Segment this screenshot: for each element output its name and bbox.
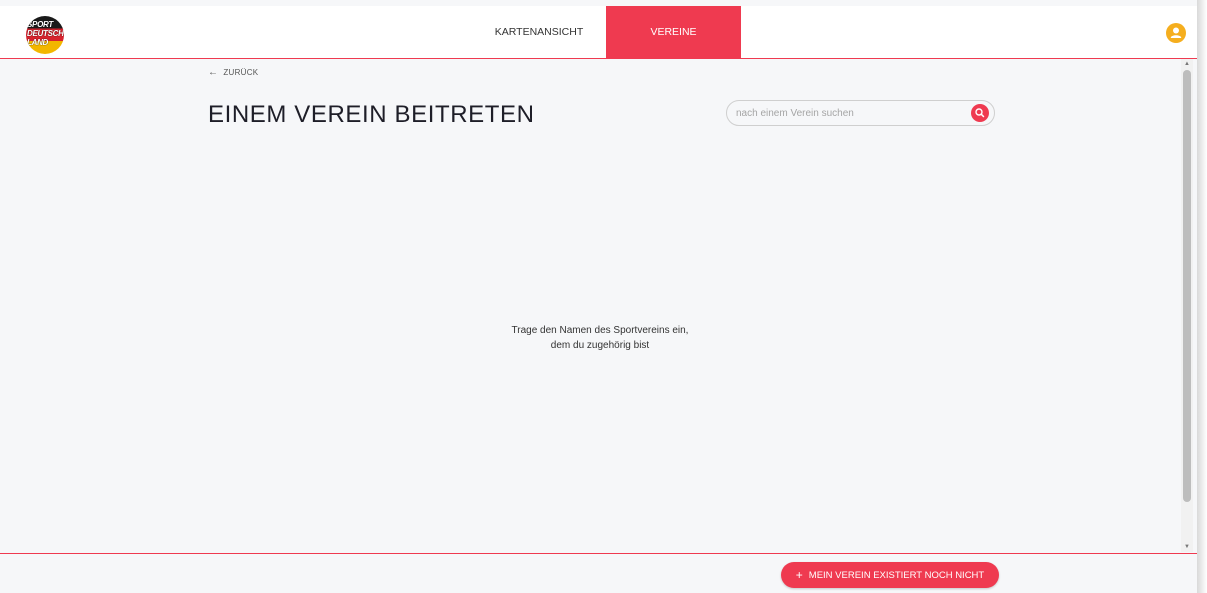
- page-title: EINEM VEREIN BEITRETEN: [208, 101, 535, 128]
- search-icon: [975, 108, 985, 118]
- nav-tab-vereine[interactable]: VEREINE: [606, 6, 741, 58]
- footer-bar: + MEIN VEREIN EXISTIERT NOCH NICHT: [0, 553, 1197, 593]
- hint-line: Trage den Namen des Sportvereins ein,: [511, 325, 689, 336]
- search-box: [726, 100, 995, 126]
- scrollbar-thumb[interactable]: [1183, 70, 1191, 502]
- empty-state-hint: Trage den Namen des Sportvereins ein, de…: [400, 323, 800, 353]
- scroll-down-arrow-icon[interactable]: ▼: [1181, 542, 1193, 552]
- scroll-up-arrow-icon[interactable]: ▲: [1181, 59, 1193, 69]
- search-input[interactable]: [736, 105, 966, 121]
- logo-line: SPORT: [27, 20, 53, 29]
- vertical-scrollbar[interactable]: ▲ ▼: [1181, 59, 1193, 552]
- back-link[interactable]: ← ZURÜCK: [208, 67, 258, 78]
- create-club-button[interactable]: + MEIN VEREIN EXISTIERT NOCH NICHT: [781, 562, 999, 588]
- sport-deutschland-logo[interactable]: SPORT DEUTSCH LAND: [26, 16, 64, 54]
- plus-icon: +: [795, 568, 803, 582]
- search-button[interactable]: [971, 104, 989, 122]
- top-bar: SPORT DEUTSCH LAND KARTENANSICHT VEREINE: [0, 6, 1197, 59]
- logo-line: DEUTSCH: [27, 29, 64, 38]
- logo-line: LAND: [27, 38, 49, 47]
- arrow-left-icon: ←: [208, 67, 219, 78]
- create-club-label: MEIN VEREIN EXISTIERT NOCH NICHT: [808, 570, 985, 581]
- back-label: ZURÜCK: [223, 68, 259, 77]
- app-window: SPORT DEUTSCH LAND KARTENANSICHT VEREINE…: [0, 0, 1197, 593]
- user-avatar-icon[interactable]: [1166, 23, 1186, 43]
- nav-tab-kartenansicht[interactable]: KARTENANSICHT: [472, 6, 606, 58]
- window-shadow: [1197, 0, 1207, 593]
- hint-line: dem du zugehörig bist: [550, 340, 650, 351]
